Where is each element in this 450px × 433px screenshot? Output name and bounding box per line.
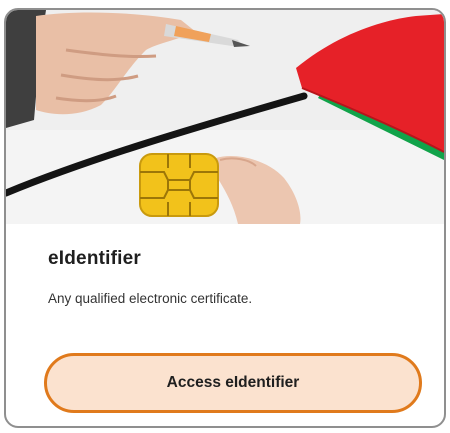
card-description: Any qualified electronic certificate. bbox=[48, 291, 253, 306]
access-eidentifier-button[interactable]: Access eIdentifier bbox=[44, 353, 422, 413]
card-hero-image bbox=[6, 10, 444, 224]
eidentifier-card: eIdentifier Any qualified electronic cer… bbox=[4, 8, 446, 428]
card-title: eIdentifier bbox=[48, 248, 141, 269]
smart-card-chip-icon bbox=[139, 153, 219, 217]
